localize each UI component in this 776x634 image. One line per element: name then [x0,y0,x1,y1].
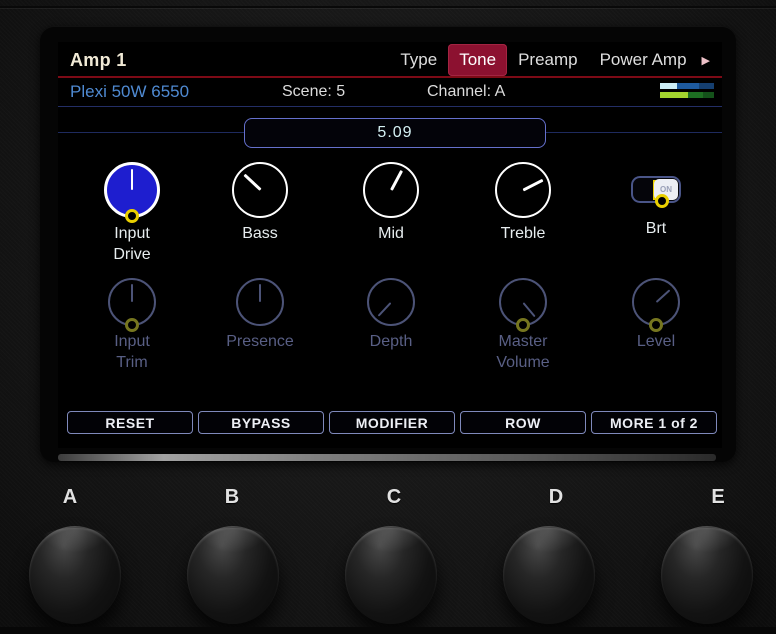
tab-preamp[interactable]: Preamp [507,44,589,76]
modifier-indicator [516,318,530,332]
tab-bar: Type Tone Preamp Power Amp ▶ [389,44,718,76]
modifier-indicator [125,318,139,332]
meter-bar-top [660,83,714,89]
knob-c-label: C [387,486,401,509]
preset-info-row: Plexi 50W 6550 Scene: 5 Channel: A [58,79,722,107]
physical-knob-b[interactable] [187,526,279,624]
physical-knob-e[interactable] [661,526,753,624]
tab-power-amp[interactable]: Power Amp [589,44,698,76]
screen-header: Amp 1 Type Tone Preamp Power Amp ▶ [58,42,722,78]
knob-a-label: A [63,486,77,509]
knob-label: Master Volume [496,332,549,374]
device-front-panel: Amp 1 Type Tone Preamp Power Amp ▶ Plexi… [0,0,776,634]
knob-label: Input Drive [113,224,150,266]
knob-pointer [390,170,402,190]
bypass-button[interactable]: BYPASS [198,411,324,434]
knob-label: Bass [242,224,278,245]
brt-toggle-switch[interactable]: ON [631,176,681,203]
knob-pointer [259,284,261,302]
knob-pointer [655,289,670,303]
knob-cell-presence: Presence [200,278,320,353]
physical-knob-d[interactable] [503,526,595,624]
modifier-indicator [655,194,669,208]
lcd-screen: Amp 1 Type Tone Preamp Power Amp ▶ Plexi… [58,42,722,448]
more-pages-button[interactable]: MORE 1 of 2 [591,411,717,434]
tab-tone[interactable]: Tone [448,44,507,76]
knob-b-label: B [225,486,239,509]
modifier-indicator [125,209,139,223]
knob-d-label: D [549,486,563,509]
knob-cell-level: Level [596,278,716,353]
modifier-button[interactable]: MODIFIER [329,411,455,434]
knob-pointer [522,179,543,191]
input-drive-knob[interactable] [104,162,160,218]
modifier-indicator [649,318,663,332]
bezel-edge-highlight [58,454,716,461]
chassis-bottom-edge [0,627,776,634]
knob-pointer [131,284,133,302]
knob-cell-mid: Mid [331,162,451,245]
physical-knob-panel: A B C D E [0,462,776,634]
parameter-value: 5.09 [377,124,412,142]
knob-cell-brt: ON Brt [596,162,716,240]
block-title: Amp 1 [70,50,127,71]
meter-bar-bottom [660,92,714,98]
knob-label: Mid [378,224,404,245]
physical-knob-c[interactable] [345,526,437,624]
chassis-seam [0,6,776,8]
presence-knob[interactable] [236,278,284,326]
knob-cell-master-volume: Master Volume [463,278,583,374]
knob-pointer [377,301,391,316]
knob-pointer [243,174,261,191]
knob-label: Presence [226,332,294,353]
knob-cell-bass: Bass [200,162,320,245]
knob-label: Level [637,332,675,353]
knob-cell-input-trim: Input Trim [72,278,192,374]
knob-label: Brt [646,219,666,240]
level-knob[interactable] [632,278,680,326]
treble-knob[interactable] [495,162,551,218]
scene-indicator: Scene: 5 [282,83,345,101]
physical-knob-a[interactable] [29,526,121,624]
depth-knob[interactable] [367,278,415,326]
parameter-value-display[interactable]: 5.09 [244,118,546,148]
knob-pointer [522,301,535,316]
knob-pointer [131,169,134,190]
reset-button[interactable]: RESET [67,411,193,434]
channel-indicator: Channel: A [427,83,505,101]
screen-bezel: Amp 1 Type Tone Preamp Power Amp ▶ Plexi… [40,26,736,462]
mid-knob[interactable] [363,162,419,218]
knob-cell-input-drive: Input Drive [72,162,192,266]
knob-cell-treble: Treble [463,162,583,245]
tab-type[interactable]: Type [389,44,448,76]
knob-label: Treble [501,224,546,245]
knob-e-label: E [711,486,724,509]
input-trim-knob[interactable] [108,278,156,326]
knob-label: Input Trim [114,332,150,374]
knob-cell-depth: Depth [331,278,451,353]
master-volume-knob[interactable] [499,278,547,326]
row-button[interactable]: ROW [460,411,586,434]
amp-model-name: Plexi 50W 6550 [70,82,189,102]
more-tabs-arrow-icon[interactable]: ▶ [698,54,718,76]
level-meters [660,83,714,101]
knob-label: Depth [370,332,413,353]
bass-knob[interactable] [232,162,288,218]
switch-state-label: ON [660,185,672,194]
soft-button-bar: RESET BYPASS MODIFIER ROW MORE 1 of 2 [67,411,717,434]
